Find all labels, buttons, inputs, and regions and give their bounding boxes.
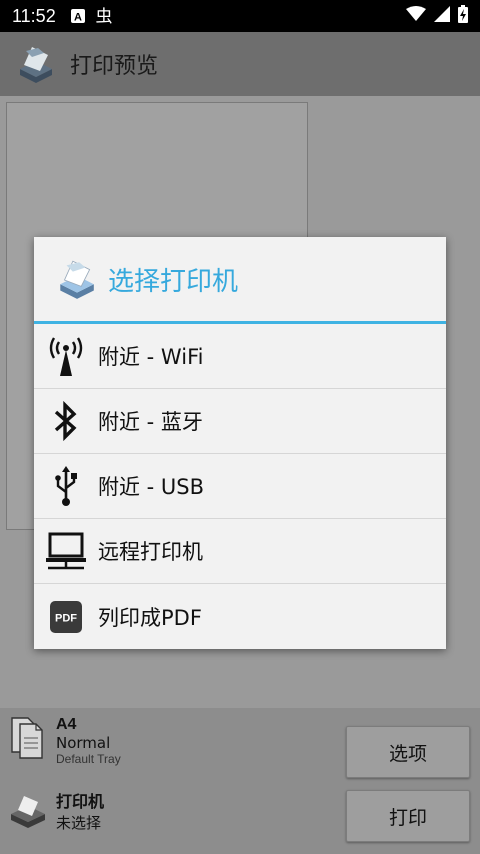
print-button[interactable]: 打印 [346, 790, 470, 842]
printer-label: 打印机 [56, 794, 105, 811]
dialog-title: 选择打印机 [108, 266, 239, 297]
dialog-header: 选择打印机 [34, 237, 446, 324]
a-notification-icon: A [70, 8, 86, 24]
paper-icon [11, 717, 43, 759]
status-time: 11:52 [12, 5, 56, 26]
options-button[interactable]: 选项 [346, 726, 470, 778]
battery-charging-icon [458, 5, 468, 27]
usb-icon [34, 454, 98, 519]
option-label: 列印成PDF [98, 605, 202, 630]
option-label: 远程打印机 [98, 540, 203, 564]
printer-app-icon [60, 260, 94, 299]
paper-size: A4 [56, 716, 77, 733]
page-title: 打印预览 [70, 54, 159, 79]
option-nearby-wifi[interactable]: 附近 - WiFi [34, 324, 446, 389]
signal-icon [434, 6, 450, 26]
wifi-antenna-icon [34, 324, 98, 389]
svg-text:虫: 虫 [95, 7, 112, 26]
svg-text:PDF: PDF [55, 612, 77, 624]
printer-settings[interactable]: 打印机 未选择 [8, 788, 104, 833]
paper-settings[interactable]: A4 Normal Default Tray [8, 716, 121, 766]
bluetooth-icon [34, 389, 98, 454]
printer-app-icon [20, 47, 52, 83]
option-print-to-pdf[interactable]: PDF 列印成PDF [34, 584, 446, 649]
computer-network-icon [34, 519, 98, 584]
status-bar: 11:52 A 虫 [0, 0, 480, 32]
option-label: 附近 - WiFi [98, 345, 204, 369]
paper-tray: Default Tray [56, 752, 121, 766]
printer-icon [11, 796, 45, 828]
select-printer-dialog: 选择打印机 附近 - WiFi 附近 - 蓝牙 附近 - USB 远程打印机 P… [34, 237, 446, 649]
wifi-icon [406, 6, 426, 26]
option-remote-printer[interactable]: 远程打印机 [34, 519, 446, 584]
option-nearby-bluetooth[interactable]: 附近 - 蓝牙 [34, 389, 446, 454]
option-label: 附近 - 蓝牙 [98, 410, 203, 434]
pdf-icon: PDF [34, 584, 98, 649]
option-label: 附近 - USB [98, 475, 205, 499]
bug-notification-icon: 虫 [94, 6, 114, 26]
paper-quality: Normal [56, 734, 111, 752]
app-bar: 打印预览 [0, 32, 480, 96]
svg-text:A: A [74, 12, 82, 24]
printer-value: 未选择 [56, 814, 102, 832]
option-nearby-usb[interactable]: 附近 - USB [34, 454, 446, 519]
bottom-panel: A4 Normal Default Tray 打印机 未选择 选项 打印 [0, 708, 480, 854]
